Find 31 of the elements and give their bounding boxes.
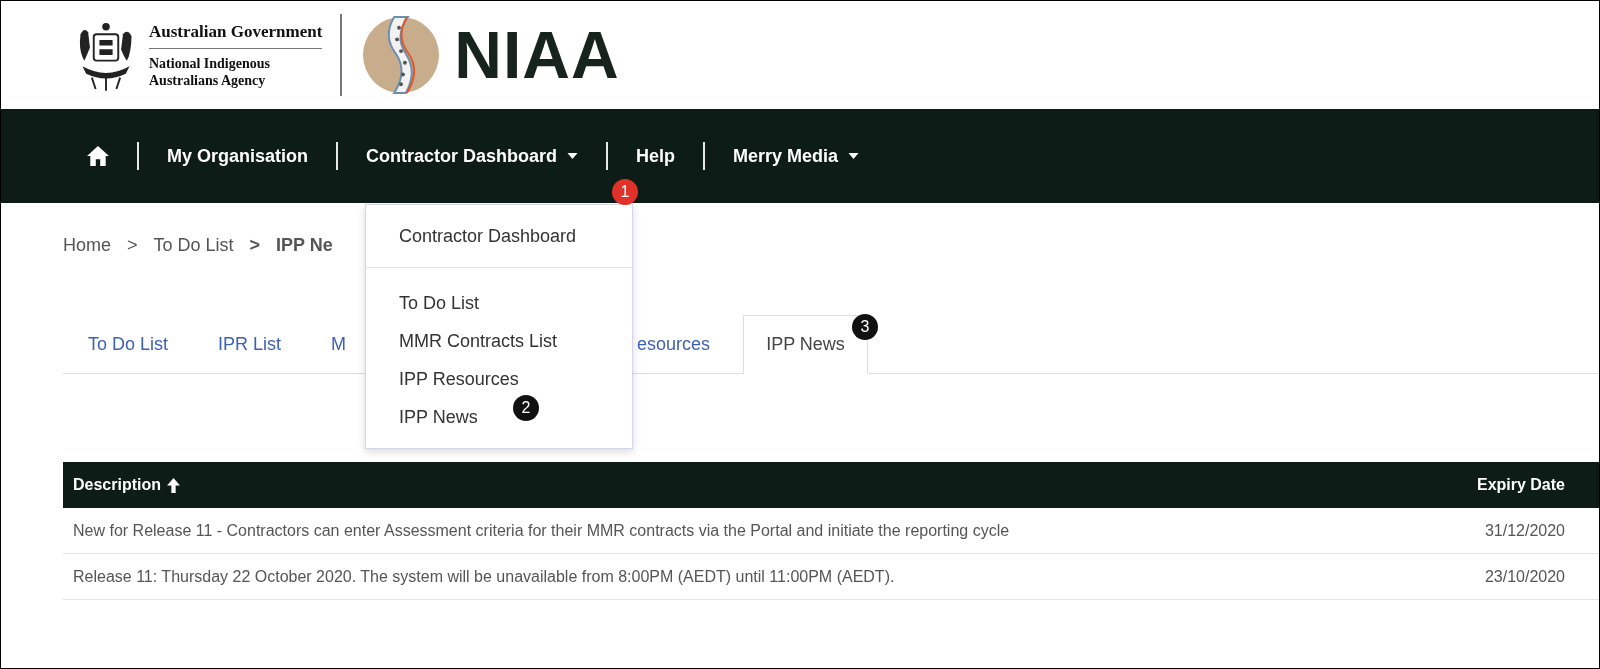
breadcrumb-separator: > [249, 234, 261, 256]
nav-link[interactable]: My Organisation [153, 145, 323, 167]
government-name: Australian Government [149, 21, 323, 49]
menu-item[interactable]: IPP News [366, 398, 511, 436]
breadcrumb-link[interactable]: IPP Ne [276, 234, 333, 256]
callout-number: 3 [852, 314, 878, 340]
menu-item[interactable]: MMR Contracts List [366, 322, 591, 360]
tab[interactable]: esources [636, 315, 736, 374]
brand-name: NIAA [454, 17, 620, 93]
nav-link[interactable]: Contractor Dashboard [352, 145, 593, 167]
breadcrumb-separator: > [127, 234, 138, 256]
breadcrumb-link[interactable]: Home [63, 234, 111, 256]
table-cell: 23/10/2020 [1411, 553, 1599, 600]
table-cell: 31/12/2020 [1411, 508, 1599, 554]
menu-item[interactable]: IPP Resources [366, 360, 552, 398]
nav-link[interactable]: Merry Media [719, 145, 874, 167]
breadcrumb-link[interactable]: To Do List [153, 234, 234, 256]
agency-name: National Indigenous Australians Agency [149, 54, 271, 89]
menu-item[interactable]: Contractor Dashboard [366, 213, 610, 255]
home-icon[interactable] [87, 146, 109, 166]
table-cell: Release 11: Thursday 22 October 2020. The system will be unavailable from 8:00PM (AEDT) until 11:00PM (AEDT). [63, 553, 1412, 600]
column-header[interactable]: Expiry Date [1411, 462, 1599, 508]
nav-link[interactable]: Help [622, 145, 690, 167]
column-header[interactable]: Description [63, 462, 1412, 508]
caret-icon [567, 153, 579, 159]
tab[interactable]: IPR List [193, 315, 307, 374]
circle-logo-icon [362, 16, 441, 94]
tab[interactable]: To Do List [63, 315, 194, 374]
menu-item[interactable]: To Do List [366, 284, 513, 322]
table-cell: New for Release 11 - Contractors can enter Assessment criteria for their MMR contracts via the Portal and initiate the reporting cycle [63, 508, 1412, 554]
caret-icon [848, 153, 860, 159]
